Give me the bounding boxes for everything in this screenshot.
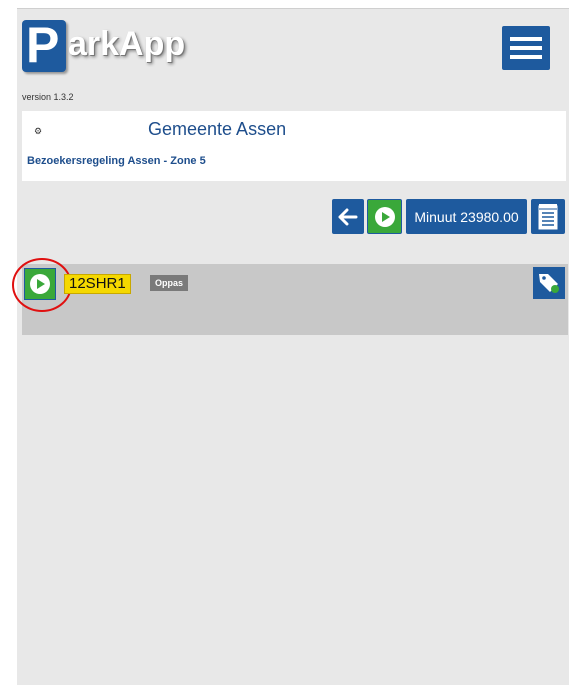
gear-icon: ⚙ — [34, 126, 43, 136]
visitor-tag-button[interactable] — [533, 267, 565, 299]
minute-balance-label: Minuut 23980.00 — [414, 208, 519, 225]
notepad-icon — [538, 203, 558, 229]
arrow-left-icon — [338, 208, 358, 225]
app-container: P arkApp version 1.3.2 ⚙ Gemeente Assen … — [12, 8, 569, 685]
municipality-title: Gemeente Assen — [148, 119, 287, 139]
start-parking-button[interactable] — [367, 199, 402, 234]
notes-button[interactable] — [531, 199, 565, 234]
tag-icon — [539, 274, 559, 293]
logo-text: arkApp — [68, 25, 186, 63]
zone-info-card: ⚙ Gemeente Assen Bezoekersregeling Assen… — [22, 111, 566, 181]
logo-letter: P — [26, 17, 60, 73]
menu-bar — [510, 46, 542, 50]
visitor-row: 12SHR1 Oppas — [12, 258, 568, 335]
parkapp-logo: P arkApp version 1.3.2 — [22, 17, 212, 102]
visitor-type-badge: Oppas — [150, 275, 189, 291]
logo-p-tile: P — [22, 17, 66, 73]
license-plate: 12SHR1 — [64, 274, 131, 294]
highlight-circle — [12, 258, 72, 312]
back-button[interactable] — [332, 199, 364, 234]
hamburger-menu-button[interactable] — [501, 25, 551, 71]
play-circle-icon — [374, 206, 395, 227]
menu-bar — [510, 37, 542, 41]
menu-bar — [510, 55, 542, 59]
version-label: version 1.3.2 — [22, 92, 74, 102]
regulation-label: Bezoekersregeling Assen - Zone 5 — [27, 155, 206, 167]
minute-balance-button[interactable]: Minuut 23980.00 — [406, 199, 527, 234]
